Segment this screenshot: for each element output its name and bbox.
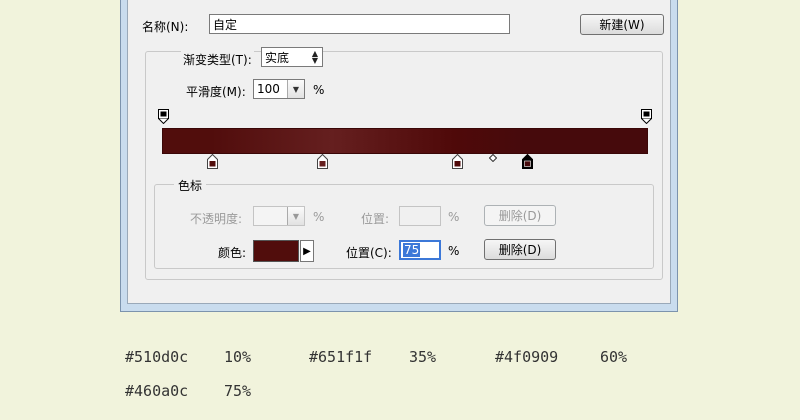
caption-color-1: #510d0c: [125, 348, 189, 366]
smoothness-label: 平滑度(M):: [186, 85, 246, 99]
caption-percent-3: 60%: [600, 348, 628, 366]
caption-percent-2: 35%: [409, 348, 437, 366]
gradient-type-label: 渐变类型(T):: [181, 51, 254, 68]
caption-percent-4: 75%: [224, 382, 252, 400]
chevron-down-icon: ▼: [292, 211, 300, 221]
location-label: 位置(C):: [346, 246, 392, 260]
gradient-type-value: 实底: [265, 50, 290, 65]
color-stop-3[interactable]: [452, 154, 463, 169]
opacity-stop-right[interactable]: [641, 109, 652, 124]
gradient-preview-bar[interactable]: [162, 128, 648, 154]
color-stops-title: 色标: [174, 177, 207, 194]
opacity-unit: %: [313, 210, 325, 224]
location-unit: %: [448, 244, 460, 258]
gradient-type-select[interactable]: 实底 ▲ ▼: [261, 47, 323, 67]
location-input[interactable]: 75: [399, 240, 441, 260]
caption-color-2: #651f1f: [309, 348, 373, 366]
opacity-delete-button[interactable]: 删除(D): [484, 205, 556, 226]
color-stop-1[interactable]: [207, 154, 218, 169]
smoothness-unit: %: [313, 83, 325, 97]
color-stop-2[interactable]: [317, 154, 328, 169]
opacity-location-input[interactable]: [399, 206, 441, 226]
name-label: 名称(N):: [142, 20, 189, 34]
opacity-dropdown-button[interactable]: ▼: [287, 207, 304, 225]
opacity-stop-left[interactable]: [158, 109, 169, 124]
opacity-location-unit: %: [448, 210, 460, 224]
dialog-window-frame: 名称(N): 新建(W) 渐变类型(T): 实底 ▲▼ 平滑度(M): 100 …: [120, 0, 678, 312]
name-input[interactable]: [209, 14, 510, 34]
color-stop-4-selected[interactable]: [522, 154, 533, 169]
caption-color-4: #460a0c: [125, 382, 189, 400]
opacity-location-label: 位置:: [361, 212, 390, 226]
updown-arrows-icon: ▲ ▼: [311, 49, 318, 65]
location-value: 75: [403, 243, 421, 257]
smoothness-input[interactable]: 100 ▼: [253, 79, 305, 99]
opacity-label: 不透明度:: [190, 212, 243, 226]
midpoint-diamond-icon[interactable]: [489, 154, 497, 162]
caption-percent-1: 10%: [224, 348, 252, 366]
new-button[interactable]: 新建(W): [580, 14, 664, 35]
caption-color-3: #4f0909: [495, 348, 559, 366]
delete-button[interactable]: 删除(D): [484, 239, 556, 260]
triangle-right-icon: ▶: [303, 245, 311, 257]
color-label: 颜色:: [218, 246, 247, 260]
gradient-editor-dialog: 名称(N): 新建(W) 渐变类型(T): 实底 ▲▼ 平滑度(M): 100 …: [127, 0, 671, 304]
smoothness-dropdown-button[interactable]: ▼: [287, 80, 304, 98]
color-swatch[interactable]: [253, 240, 299, 262]
opacity-input[interactable]: ▼: [253, 206, 305, 226]
smoothness-value: 100: [257, 82, 280, 96]
chevron-down-icon: ▼: [292, 84, 300, 94]
color-picker-arrow-button[interactable]: ▶: [300, 240, 314, 262]
